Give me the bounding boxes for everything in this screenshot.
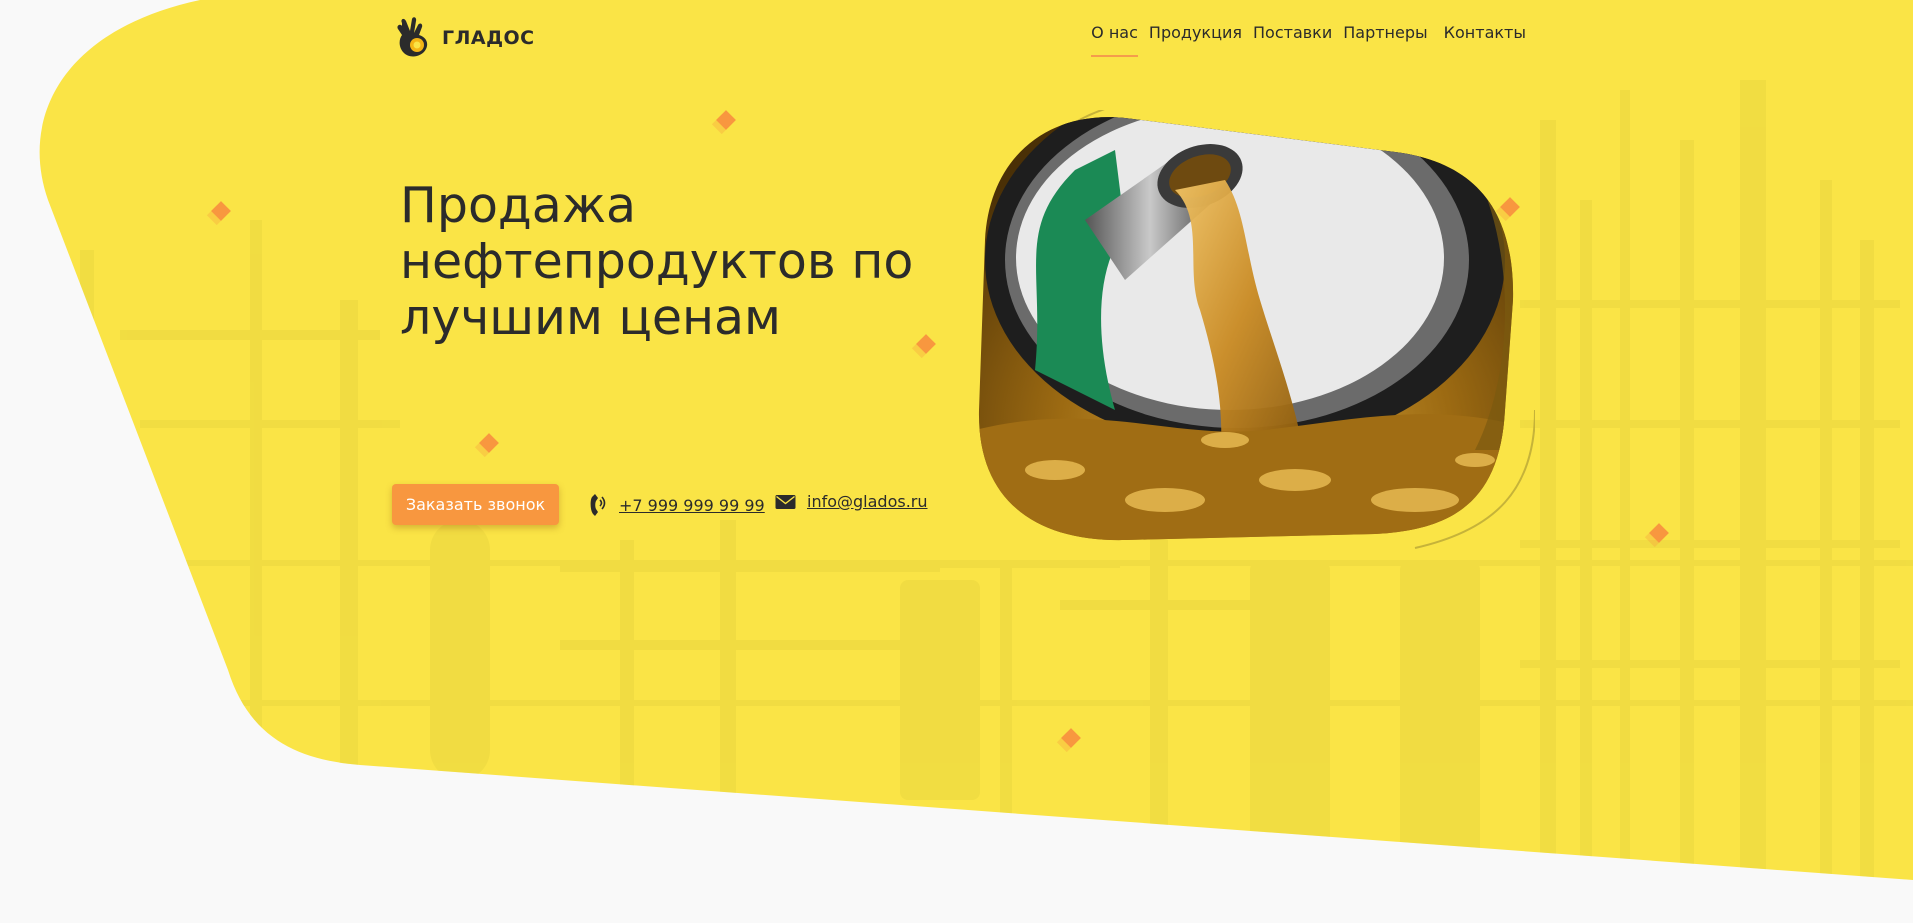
nav-item-delivery[interactable]: Поставки (1253, 23, 1332, 42)
brand-logo[interactable]: ГЛАДОС (392, 14, 535, 62)
ok-hand-icon (397, 17, 428, 57)
nav-item-about[interactable]: О нас (1091, 23, 1138, 57)
hero-background (39, 0, 1913, 880)
phone-link[interactable]: +7 999 999 99 99 (619, 496, 765, 515)
contact-email: info@glados.ru (775, 492, 928, 511)
hero-headline: Продажа нефтепродуктов по лучшим ценам (400, 177, 914, 346)
order-call-button[interactable]: Заказать звонок (392, 484, 559, 525)
brand-name: ГЛАДОС (442, 27, 535, 49)
contact-phone: +7 999 999 99 99 (588, 492, 765, 518)
email-link[interactable]: info@glados.ru (807, 492, 928, 511)
main-nav: О нас Продукция Поставки Партнеры Контак… (1091, 23, 1526, 57)
envelope-icon (775, 494, 796, 509)
landing-page: ГЛАДОС О нас Продукция Поставки Партнеры… (0, 0, 1913, 923)
site-header: ГЛАДОС О нас Продукция Поставки Партнеры… (392, 14, 1526, 64)
nav-item-partners[interactable]: Партнеры (1343, 23, 1427, 42)
fuel-nozzle-photo (978, 110, 1535, 549)
phone-icon (590, 494, 606, 516)
nav-item-contacts[interactable]: Контакты (1444, 23, 1526, 42)
nav-item-products[interactable]: Продукция (1149, 23, 1242, 42)
